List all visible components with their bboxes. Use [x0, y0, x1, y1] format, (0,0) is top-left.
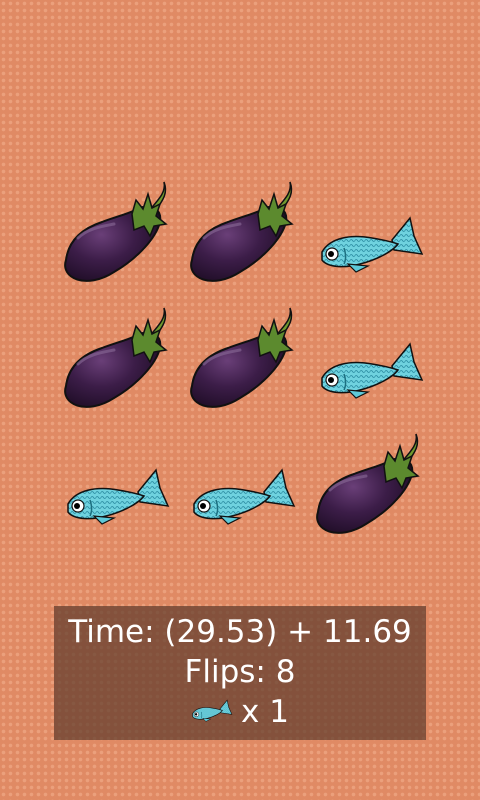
fish-counter: x 1 [54, 692, 426, 732]
time-label: Time: (29.53) + 11.69 [68, 614, 412, 650]
card-eggplant[interactable] [304, 430, 424, 550]
card-eggplant[interactable] [52, 178, 172, 298]
card-eggplant[interactable] [52, 304, 172, 424]
eggplant-icon [63, 306, 168, 409]
status-panel: Time: (29.53) + 11.69 Flips: 8 x 1 [54, 606, 426, 740]
eggplant-icon [63, 180, 168, 283]
card-fish[interactable] [310, 304, 430, 424]
eggplant-icon [189, 180, 294, 283]
fish-count-label: x 1 [241, 694, 289, 730]
card-eggplant[interactable] [178, 304, 298, 424]
card-eggplant[interactable] [178, 178, 298, 298]
fish-icon [192, 699, 233, 722]
eggplant-icon [189, 306, 294, 409]
flips-label: Flips: 8 [184, 654, 296, 690]
fish-icon [193, 469, 295, 525]
fish-icon [67, 469, 169, 525]
fish-icon [321, 217, 423, 273]
card-fish[interactable] [182, 430, 302, 550]
card-fish[interactable] [56, 430, 176, 550]
eggplant-icon [315, 432, 420, 535]
fish-icon [321, 343, 423, 399]
game-board [52, 178, 430, 548]
card-fish[interactable] [310, 178, 430, 298]
